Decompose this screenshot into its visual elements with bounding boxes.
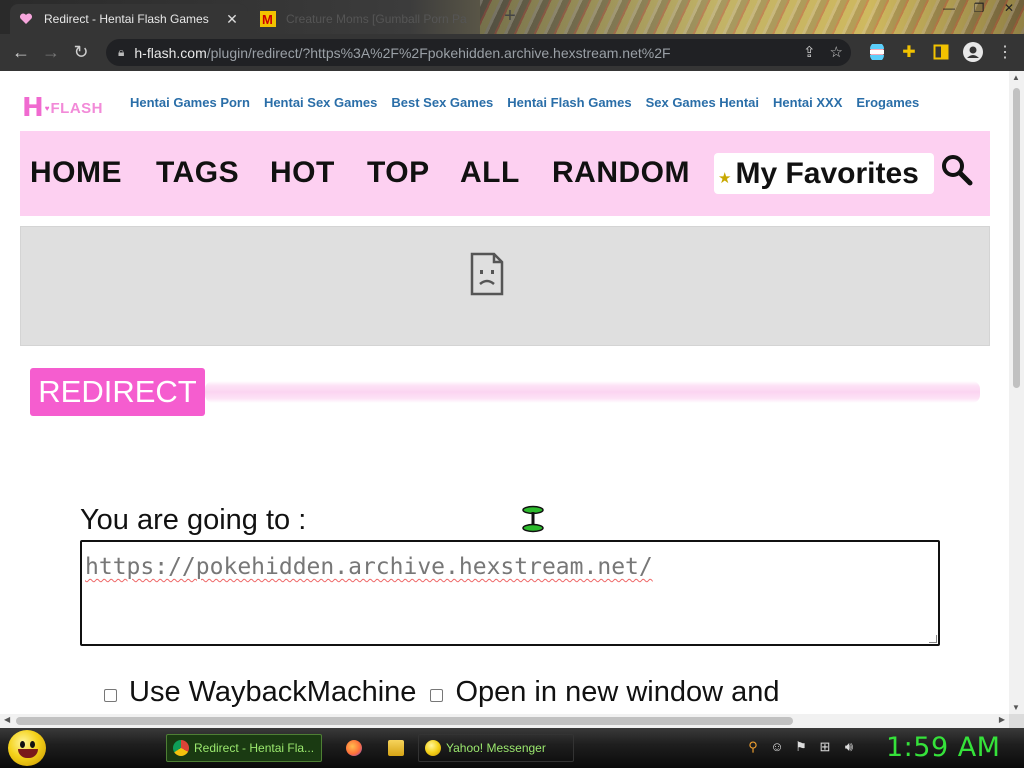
top-link[interactable]: Hentai Flash Games bbox=[507, 95, 631, 110]
back-icon[interactable]: ← bbox=[6, 38, 36, 68]
taskbar: Redirect - Hentai Fla... Yahoo! Messenge… bbox=[0, 728, 1024, 768]
scroll-down-icon[interactable]: ▼ bbox=[1012, 703, 1020, 712]
close-window-icon[interactable]: ✕ bbox=[994, 0, 1024, 18]
menu-kebab-icon[interactable]: ⋮ bbox=[994, 39, 1016, 65]
menu-hot[interactable]: HOT bbox=[270, 156, 335, 190]
new-tab-button[interactable]: + bbox=[500, 6, 520, 26]
menu-all[interactable]: ALL bbox=[460, 156, 520, 190]
scroll-left-icon[interactable]: ◀ bbox=[4, 715, 10, 724]
flag-tray-icon[interactable]: ⚑ bbox=[792, 738, 810, 756]
search-tray-icon[interactable]: ⚲ bbox=[744, 738, 762, 756]
browser-toolbar: ← → ↻ 🔒︎ h-flash.com /plugin/redirect/?h… bbox=[0, 34, 1024, 71]
svg-text:M: M bbox=[262, 12, 273, 27]
taskbar-firefox-task[interactable] bbox=[340, 734, 364, 762]
share-icon[interactable]: ⇪ bbox=[803, 43, 816, 61]
top-link[interactable]: Hentai XXX bbox=[773, 95, 842, 110]
window-controls: — ❐ ✕ bbox=[934, 0, 1024, 18]
restore-icon[interactable]: ❐ bbox=[964, 0, 994, 18]
scroll-up-icon[interactable]: ▲ bbox=[1012, 73, 1020, 82]
top-link[interactable]: Sex Games Hentai bbox=[646, 95, 759, 110]
extensions-puzzle-icon[interactable]: ✚ bbox=[898, 39, 920, 65]
logo-heart-icon: ♥ bbox=[44, 103, 50, 113]
start-smiley-icon[interactable] bbox=[8, 730, 46, 766]
heading-divider bbox=[205, 381, 980, 403]
browser-tab-strip: Redirect - Hentai Flash Games ✕ M Creatu… bbox=[0, 0, 1024, 34]
resize-handle-icon[interactable] bbox=[929, 635, 937, 643]
page-viewport: H ♥ FLASH Hentai Games Porn Hentai Sex G… bbox=[0, 71, 1009, 714]
main-menu: HOME TAGS HOT TOP ALL RANDOM ★ My Favori… bbox=[20, 131, 990, 216]
top-link[interactable]: Best Sex Games bbox=[391, 95, 493, 110]
tab-title: Creature Moms [Gumball Porn Pa bbox=[286, 12, 467, 26]
forward-icon[interactable]: → bbox=[36, 38, 66, 68]
search-icon[interactable] bbox=[940, 153, 974, 187]
chrome-icon bbox=[173, 740, 189, 756]
yahoo-smiley-icon bbox=[425, 740, 441, 756]
network-tray-icon[interactable]: ⊞ bbox=[816, 738, 834, 756]
tab-close-icon[interactable]: ✕ bbox=[224, 11, 240, 28]
heart-favicon-icon bbox=[18, 11, 34, 27]
broken-iframe bbox=[20, 226, 990, 346]
text-cursor-icon bbox=[522, 505, 544, 533]
task-label: Redirect - Hentai Fla... bbox=[194, 741, 315, 755]
system-tray: ⚲ ☺ ⚑ ⊞ 🔊︎ bbox=[744, 738, 858, 756]
volume-tray-icon[interactable]: 🔊︎ bbox=[840, 738, 858, 756]
taskbar-folder-task[interactable] bbox=[382, 734, 406, 762]
wayback-label: Use WaybackMachine bbox=[129, 676, 417, 708]
tab-title: Redirect - Hentai Flash Games bbox=[44, 12, 209, 26]
wayback-checkbox[interactable] bbox=[104, 689, 117, 702]
address-bar[interactable]: 🔒︎ h-flash.com /plugin/redirect/?https%3… bbox=[106, 39, 851, 66]
lock-icon[interactable]: 🔒︎ bbox=[118, 45, 124, 60]
redirect-options: Use WaybackMachine Open in new window an… bbox=[104, 676, 779, 709]
toolbar-right: ✚ ⋮ bbox=[866, 39, 1016, 65]
url-path: /plugin/redirect/?https%3A%2F%2Fpokehidd… bbox=[206, 44, 671, 61]
task-label: Yahoo! Messenger bbox=[446, 741, 546, 755]
firefox-icon bbox=[346, 740, 362, 756]
side-panel-icon[interactable] bbox=[930, 39, 952, 65]
menu-top[interactable]: TOP bbox=[367, 156, 430, 190]
new-window-checkbox[interactable] bbox=[430, 689, 444, 702]
redirect-heading: REDIRECT bbox=[30, 368, 205, 416]
scrollbar-thumb[interactable] bbox=[16, 717, 793, 725]
top-link[interactable]: Erogames bbox=[856, 95, 919, 110]
top-link[interactable]: Hentai Sex Games bbox=[264, 95, 377, 110]
m-favicon-icon: M bbox=[260, 11, 276, 27]
sad-document-icon bbox=[470, 252, 504, 296]
bookmark-star-icon[interactable]: ☆ bbox=[830, 43, 843, 61]
tab-creature-moms[interactable]: M Creature Moms [Gumball Porn Pa bbox=[252, 4, 498, 34]
minimize-icon[interactable]: — bbox=[934, 0, 964, 18]
site-logo[interactable]: H ♥ FLASH bbox=[22, 93, 104, 123]
redirect-prompt: You are going to : bbox=[80, 504, 307, 536]
vertical-scrollbar[interactable]: ▲ ▼ bbox=[1009, 71, 1024, 714]
profile-avatar-icon[interactable] bbox=[962, 39, 984, 65]
omnibox-actions: ⇪ ☆ bbox=[803, 43, 843, 61]
target-url-text: https://pokehidden.archive.hexstream.net… bbox=[85, 554, 653, 580]
folder-icon bbox=[388, 740, 404, 756]
my-favorites-button[interactable]: ★ My Favorites bbox=[714, 153, 934, 194]
logo-letter: H bbox=[22, 93, 44, 123]
flag-extension-icon[interactable] bbox=[866, 39, 888, 65]
horizontal-scrollbar[interactable]: ◀ ▶ bbox=[0, 714, 1009, 728]
scroll-corner bbox=[1009, 714, 1024, 728]
reload-icon[interactable]: ↻ bbox=[66, 38, 96, 68]
menu-home[interactable]: HOME bbox=[30, 156, 122, 190]
url-host: h-flash.com bbox=[134, 44, 207, 61]
scroll-right-icon[interactable]: ▶ bbox=[999, 715, 1005, 724]
star-icon: ★ bbox=[718, 169, 732, 187]
menu-random[interactable]: RANDOM bbox=[552, 156, 690, 190]
taskbar-yahoo-task[interactable]: Yahoo! Messenger bbox=[418, 734, 574, 762]
tab-redirect[interactable]: Redirect - Hentai Flash Games ✕ bbox=[10, 4, 248, 34]
messenger-tray-icon[interactable]: ☺ bbox=[768, 738, 786, 756]
my-favorites-label: My Favorites bbox=[735, 156, 919, 190]
taskbar-chrome-task[interactable]: Redirect - Hentai Fla... bbox=[166, 734, 322, 762]
scrollbar-thumb[interactable] bbox=[1013, 88, 1020, 388]
top-link[interactable]: Hentai Games Porn bbox=[130, 95, 250, 110]
logo-word: FLASH bbox=[50, 99, 104, 117]
menu-tags[interactable]: TAGS bbox=[156, 156, 239, 190]
top-links: Hentai Games Porn Hentai Sex Games Best … bbox=[130, 95, 919, 110]
new-window-label: Open in new window and bbox=[455, 676, 780, 708]
clock[interactable]: 1:59 AM bbox=[886, 732, 1000, 763]
target-url-textarea[interactable]: https://pokehidden.archive.hexstream.net… bbox=[80, 540, 940, 646]
